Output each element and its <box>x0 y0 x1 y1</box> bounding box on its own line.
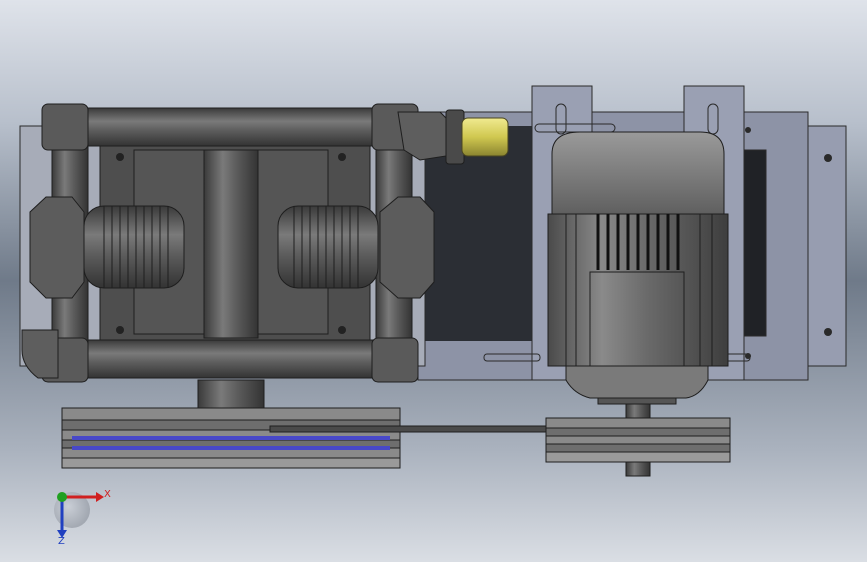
center-housing <box>203 149 259 339</box>
x-axis-label: X <box>104 489 111 500</box>
right-chamber-cap <box>379 196 435 299</box>
left-diaphragm <box>83 205 185 289</box>
y-axis-dot <box>57 492 67 502</box>
model-scene[interactable]: X Z <box>0 0 867 562</box>
top-manifold <box>85 107 387 147</box>
bottom-manifold <box>85 339 387 379</box>
diaphragm-pump[interactable] <box>21 103 447 383</box>
right-diaphragm <box>277 205 379 289</box>
pump-pulley-groove <box>72 436 390 440</box>
motor-pulley[interactable] <box>545 417 731 463</box>
left-chamber-cap <box>29 196 85 299</box>
cad-viewport[interactable]: X Z <box>0 0 867 562</box>
yellow-coupler[interactable] <box>445 109 509 165</box>
z-axis-label: Z <box>58 536 65 547</box>
